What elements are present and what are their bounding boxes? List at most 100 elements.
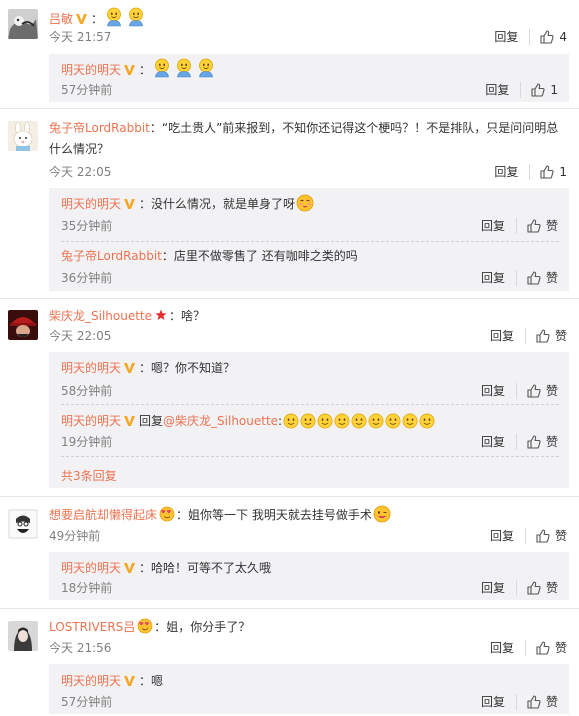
vip-v-icon (123, 197, 136, 210)
like-button[interactable]: 赞 (527, 694, 558, 710)
comment-item: 想要启航却懒得起床 ：姐你等一下 我明天就去挂号做手术 49分钟前 回复 赞 明天… (0, 496, 579, 606)
like-button[interactable]: 赞 (527, 580, 558, 596)
vip-v-icon (123, 361, 136, 374)
like-button[interactable]: 赞 (536, 328, 567, 344)
reply-button[interactable]: 回复 (494, 164, 531, 180)
comment-username[interactable]: 柴庆龙_Silhouette (49, 309, 152, 323)
reply-button[interactable]: 回复 (481, 270, 517, 286)
reply-button[interactable]: 回复 (485, 82, 522, 98)
vip-v-icon (75, 12, 88, 25)
reply-username[interactable]: 明天的明天 (61, 561, 121, 575)
emoji-grin-icon (373, 505, 391, 523)
reply-actions: 回复 赞 (481, 580, 558, 596)
reply-time: 18分钟前 (61, 581, 113, 595)
thumbs-up-icon (540, 30, 554, 44)
comment-time: 今天 21:56 (49, 641, 112, 655)
comment-username[interactable]: 吕敏 (49, 12, 73, 26)
comment-text: LOSTRIVERS吕 ：姐，你分手了？ (49, 618, 251, 634)
avatar[interactable] (8, 509, 38, 539)
reply-actions: 回复 1 (485, 82, 558, 98)
like-button[interactable]: 赞 (527, 270, 558, 286)
avatar[interactable] (8, 621, 38, 651)
emoji-smile-icon (368, 413, 384, 429)
reply-time: 57分钟前 (61, 83, 113, 97)
reply-button[interactable]: 回复 (481, 383, 517, 399)
thumbs-up-icon (531, 83, 545, 97)
reply-username[interactable]: 明天的明天 (61, 63, 121, 77)
reply-button[interactable]: 回复 (490, 528, 526, 544)
reply-actions: 回复 赞 (481, 383, 558, 399)
emoji-smile-icon (126, 7, 146, 27)
like-button[interactable]: 1 (531, 82, 558, 98)
like-button[interactable]: 赞 (527, 218, 558, 234)
reply-button[interactable]: 回复 (490, 640, 526, 656)
thumbs-up-icon (536, 641, 550, 655)
reply-box: 明天的明天： 57分钟前 回复 1 (49, 54, 569, 102)
like-button[interactable]: 赞 (536, 640, 567, 656)
like-button[interactable]: 1 (540, 164, 567, 180)
comment-text: 柴庆龙_Silhouette ：啥？ (49, 309, 206, 323)
reply-username[interactable]: 兔子帝LordRabbit (61, 249, 162, 263)
vip-v-icon (123, 63, 136, 76)
emoji-smile-icon (104, 7, 124, 27)
reply-divider (61, 241, 559, 242)
reply-text: 明天的明天 ：没什么情况，就是单身了呀 (61, 194, 315, 213)
thumbs-up-icon (540, 165, 554, 179)
comment-text: 兔子帝LordRabbit：“吃土贵人”前来报到，不知你还记得这个梗吗？！不是排… (49, 121, 559, 156)
reply-box: 明天的明天 ：嗯 57分钟前 回复 赞 (49, 664, 569, 714)
reply-text: 明天的明天 ：嗯？你不知道？ (61, 361, 236, 375)
emoji-smile-icon (152, 58, 172, 78)
avatar[interactable] (8, 121, 38, 151)
reply-username[interactable]: 明天的明天 (61, 361, 121, 375)
reply-time: 19分钟前 (61, 435, 113, 449)
reply-button[interactable]: 回复 (481, 218, 517, 234)
comment-username[interactable]: 想要启航却懒得起床 (49, 508, 157, 522)
emoji-kiss-icon (296, 194, 314, 212)
thumbs-up-icon (536, 529, 550, 543)
reply-time: 58分钟前 (61, 384, 113, 398)
reply-username[interactable]: 明天的明天 (61, 414, 121, 428)
reply-box: 明天的明天 ：没什么情况，就是单身了呀 35分钟前 回复 赞 兔子帝LordRab… (49, 188, 569, 291)
more-replies-link[interactable]: 共3条回复 (61, 468, 117, 484)
reply-button[interactable]: 回复 (481, 694, 517, 710)
vip-v-icon (123, 414, 136, 427)
comment-actions: 回复 赞 (490, 328, 567, 344)
reply-text: 兔子帝LordRabbit：店里不做零售了 还有咖啡之类的吗 (61, 249, 358, 263)
like-button[interactable]: 赞 (536, 528, 567, 544)
reply-button[interactable]: 回复 (494, 29, 531, 45)
comment-item: 兔子帝LordRabbit：“吃土贵人”前来报到，不知你还记得这个梗吗？！不是排… (0, 108, 579, 297)
reply-actions: 回复 赞 (481, 270, 558, 286)
avatar[interactable] (8, 310, 38, 340)
comment-username[interactable]: 兔子帝LordRabbit (49, 121, 150, 135)
reply-actions: 回复 赞 (481, 218, 558, 234)
emoji-smile-icon (385, 413, 401, 429)
like-button[interactable]: 赞 (527, 383, 558, 399)
comment-time: 今天 22:05 (49, 165, 112, 179)
emoji-smile-icon (402, 413, 418, 429)
emoji-smile-icon (351, 413, 367, 429)
heart-face-icon (159, 506, 175, 522)
reply-username[interactable]: 明天的明天 (61, 197, 121, 211)
emoji-smile-icon (196, 58, 216, 78)
reply-time: 36分钟前 (61, 271, 113, 285)
reply-box: 明天的明天 ：嗯？你不知道？ 58分钟前 回复 赞 明天的明天 回复@柴庆龙_Sil… (49, 352, 569, 488)
reply-divider (61, 456, 559, 457)
reply-actions: 回复 赞 (481, 434, 558, 450)
avatar[interactable] (8, 9, 38, 39)
reply-button[interactable]: 回复 (481, 434, 517, 450)
mention-link[interactable]: @柴庆龙_Silhouette (163, 414, 278, 428)
reply-text: 明天的明天 回复@柴庆龙_Silhouette: (61, 412, 435, 430)
emoji-smile-icon (317, 413, 333, 429)
thumbs-up-icon (527, 384, 541, 398)
reply-button[interactable]: 回复 (481, 580, 517, 596)
reply-divider (61, 404, 559, 405)
like-button[interactable]: 4 (540, 29, 567, 45)
reply-button[interactable]: 回复 (490, 328, 526, 344)
emoji-smile-icon (300, 413, 316, 429)
comment-username[interactable]: LOSTRIVERS吕 (49, 620, 135, 634)
thumbs-up-icon (527, 435, 541, 449)
heart-face-icon (137, 618, 153, 634)
thumbs-up-icon (536, 329, 550, 343)
reply-username[interactable]: 明天的明天 (61, 674, 121, 688)
like-button[interactable]: 赞 (527, 434, 558, 450)
